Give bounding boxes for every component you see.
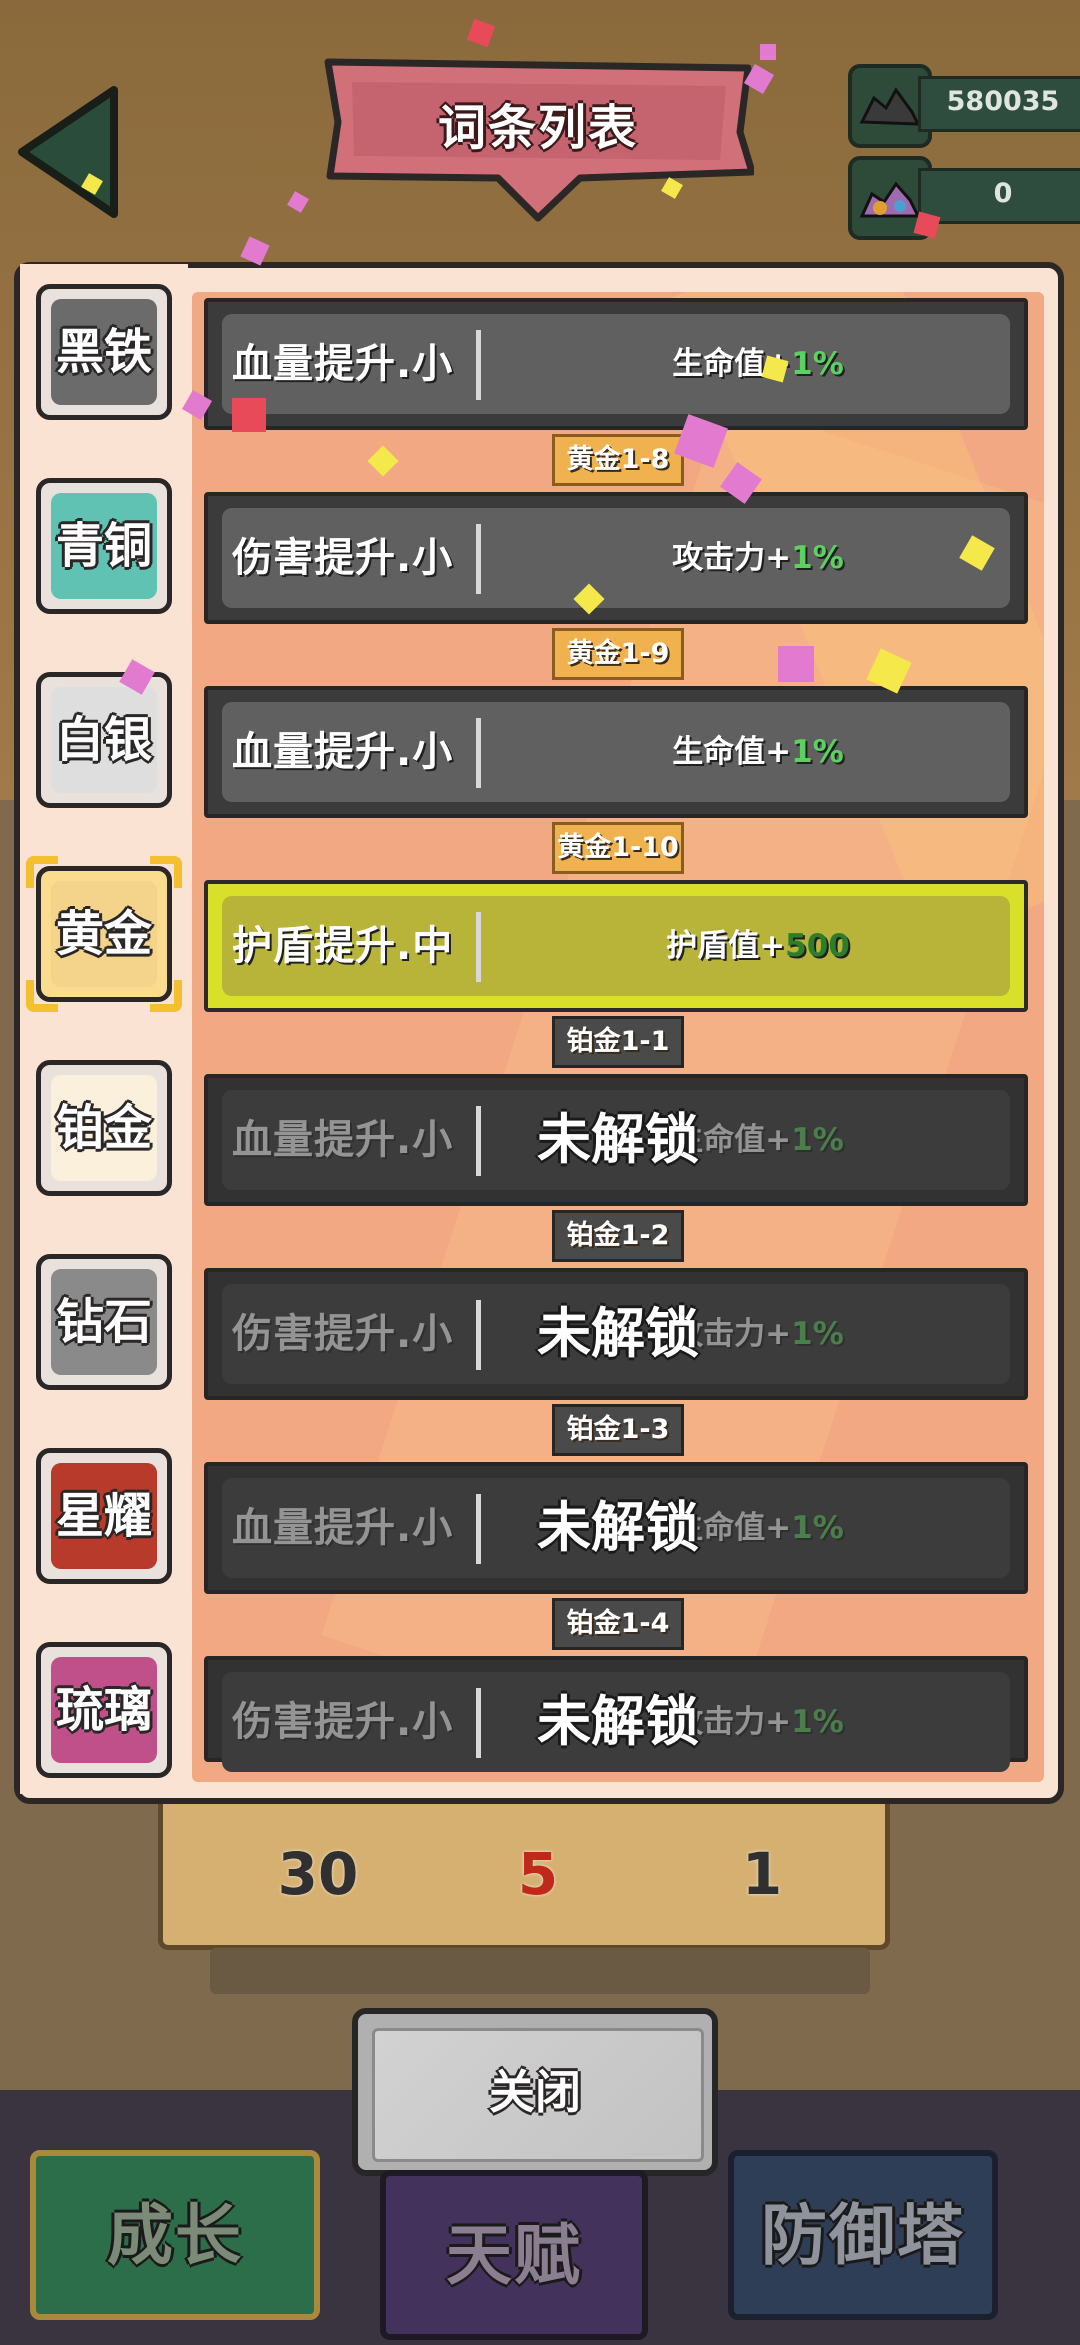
tier-label: 青铜 [55, 518, 152, 574]
page-title: 词条列表 [437, 100, 638, 156]
reward-count: 30 [277, 1840, 359, 1908]
affix-name: 伤害提升.小 [232, 535, 454, 581]
affix-row[interactable]: 血量提升.小 生命值+1% [204, 298, 1028, 430]
close-button[interactable]: 关闭 [352, 2008, 718, 2176]
affix-name: 伤害提升.小 [232, 1699, 454, 1745]
effect-value: 500 [785, 928, 850, 964]
affix-row-locked[interactable]: 血量提升.小 生命值+1% 未解锁 [204, 1462, 1028, 1594]
affix-effect: 护盾值+500 [498, 884, 1018, 1008]
locked-label: 未解锁 [537, 1108, 699, 1171]
affix-row-selected[interactable]: 护盾提升.中 护盾值+500 [204, 880, 1028, 1012]
selection-corner [26, 980, 58, 1012]
effect-value: 1% [791, 1316, 844, 1352]
effect-value: 1% [791, 540, 844, 576]
level-label: 铂金1-2 [552, 1210, 684, 1262]
affix-separator [476, 330, 481, 400]
affix-name: 护盾提升.中 [232, 923, 454, 969]
locked-label: 未解锁 [537, 1496, 699, 1559]
reward-count: 5 [517, 1840, 559, 1908]
affix-separator [476, 718, 481, 788]
tier-label: 黑铁 [55, 324, 152, 380]
affix-name: 血量提升.小 [232, 1117, 454, 1163]
tier-label: 铂金 [55, 1100, 152, 1156]
selection-corner [150, 980, 182, 1012]
effect-label: 攻击力+ [672, 540, 792, 576]
effect-label: 护盾值+ [666, 928, 786, 964]
locked-label: 未解锁 [537, 1302, 699, 1365]
effect-value: 1% [791, 346, 844, 382]
effect-value: 1% [791, 1704, 844, 1740]
affix-separator [476, 524, 481, 594]
affix-effect: 生命值+1% [498, 690, 1018, 814]
effect-value: 1% [791, 1122, 844, 1158]
tab-defense-tower[interactable]: 防御塔 [728, 2150, 998, 2320]
level-label: 黄金1-8 [552, 434, 684, 486]
confetti [232, 398, 266, 432]
tab-talent[interactable]: 天赋 [380, 2170, 648, 2340]
close-button-label: 关闭 [489, 2065, 581, 2119]
tier-button-platinum[interactable]: 铂金 [36, 1060, 172, 1196]
tier-label: 白银 [55, 712, 152, 768]
effect-value: 1% [791, 734, 844, 770]
confetti [760, 44, 776, 60]
affix-row-locked[interactable]: 伤害提升.小 攻击力+1% 未解锁 [204, 1656, 1028, 1772]
tier-button-bronze[interactable]: 青铜 [36, 478, 172, 614]
back-arrow-icon[interactable] [14, 82, 124, 222]
resource-counter-gems: 0 [848, 156, 1080, 240]
resource-counter-ore: 580035 [848, 64, 1080, 148]
affix-row-locked[interactable]: 血量提升.小 生命值+1% 未解锁 [204, 1074, 1028, 1206]
selection-corner [150, 856, 182, 888]
effect-label: 生命值+ [672, 734, 792, 770]
tier-button-star[interactable]: 星耀 [36, 1448, 172, 1584]
tab-label: 成长 [107, 2197, 243, 2274]
level-label: 黄金1-10 [552, 822, 684, 874]
locked-label: 未解锁 [537, 1690, 699, 1753]
tier-button-black-iron[interactable]: 黑铁 [36, 284, 172, 420]
effect-value: 1% [791, 1510, 844, 1546]
affix-name: 伤害提升.小 [232, 1311, 454, 1357]
level-label: 铂金1-1 [552, 1016, 684, 1068]
tab-label: 天赋 [446, 2217, 582, 2294]
affix-row-locked[interactable]: 伤害提升.小 攻击力+1% 未解锁 [204, 1268, 1028, 1400]
level-label: 铂金1-3 [552, 1404, 684, 1456]
tier-label: 星耀 [55, 1488, 152, 1544]
shadow-bar [210, 1948, 870, 1994]
tier-label: 黄金 [55, 906, 152, 962]
tier-label: 琉璃 [55, 1682, 152, 1738]
tier-button-silver[interactable]: 白银 [36, 672, 172, 808]
tab-label: 防御塔 [761, 2197, 965, 2274]
tier-button-diamond[interactable]: 钻石 [36, 1254, 172, 1390]
resource-value: 0 [993, 178, 1013, 209]
reward-count: 1 [741, 1840, 783, 1908]
tab-growth[interactable]: 成长 [30, 2150, 320, 2320]
affix-separator [476, 912, 481, 982]
affix-name: 血量提升.小 [232, 1505, 454, 1551]
selection-corner [26, 856, 58, 888]
resource-value: 580035 [946, 86, 1060, 117]
affix-row[interactable]: 伤害提升.小 攻击力+1% [204, 492, 1028, 624]
level-label: 铂金1-4 [552, 1598, 684, 1650]
confetti [778, 646, 814, 682]
affix-name: 血量提升.小 [232, 729, 454, 775]
affix-effect: 生命值+1% [498, 302, 1018, 426]
affix-row[interactable]: 血量提升.小 生命值+1% [204, 686, 1028, 818]
tier-label: 钻石 [55, 1294, 152, 1350]
tier-button-glaze[interactable]: 琉璃 [36, 1642, 172, 1778]
level-label: 黄金1-9 [552, 628, 684, 680]
